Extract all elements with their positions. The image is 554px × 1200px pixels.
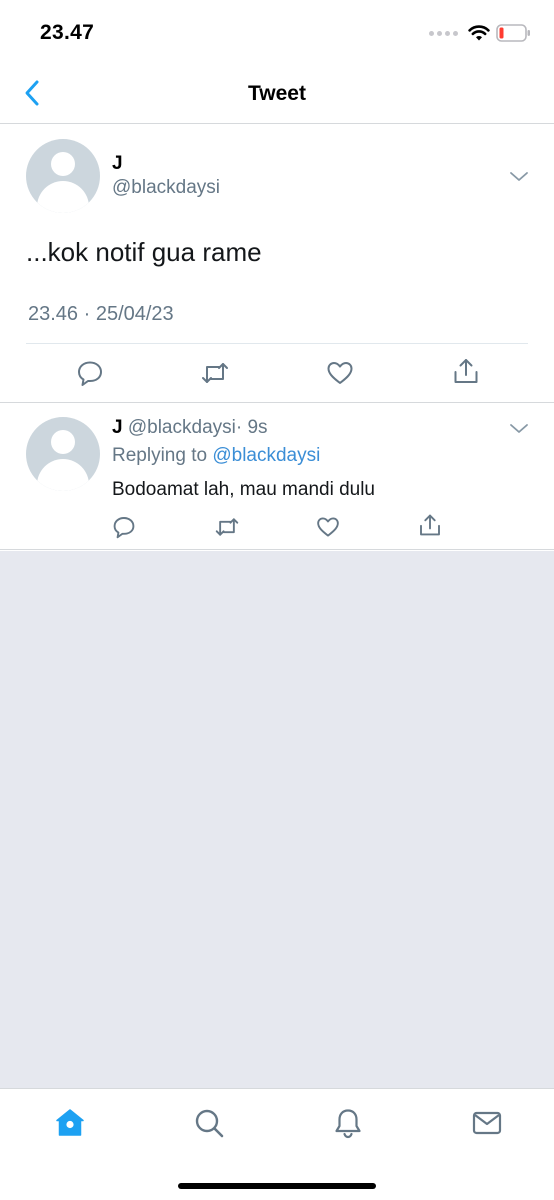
tweet-text: Bodoamat lah, mau mandi dulu <box>112 479 375 500</box>
divider <box>26 343 528 344</box>
chevron-down-icon[interactable] <box>509 423 529 435</box>
replying-to-label: Replying to <box>112 445 208 466</box>
wifi-icon <box>468 24 490 40</box>
share-icon[interactable] <box>452 357 480 385</box>
status-indicators <box>429 24 532 42</box>
reply-tweet[interactable]: J @blackdaysi· 9s Replying to @blackdays… <box>0 403 554 550</box>
messages-icon[interactable] <box>471 1107 503 1139</box>
page-title: Tweet <box>248 82 306 105</box>
notifications-icon[interactable] <box>332 1107 364 1139</box>
signal-dots-icon <box>429 30 458 36</box>
status-bar: 23.47 <box>0 0 554 64</box>
reply-icon[interactable] <box>112 515 136 539</box>
replying-to: Replying to @blackdaysi <box>112 445 320 467</box>
reply-time: · 9s <box>235 417 268 438</box>
replying-to-mention[interactable]: @blackdaysi <box>212 445 320 466</box>
like-icon[interactable] <box>316 515 340 539</box>
reply-icon[interactable] <box>76 359 104 387</box>
avatar[interactable] <box>26 417 100 491</box>
author-handle[interactable]: @blackdaysi <box>128 417 236 438</box>
avatar[interactable] <box>26 139 100 213</box>
tweet-text: ...kok notif gua rame <box>26 237 262 267</box>
navigation-bar: Tweet <box>0 64 554 124</box>
share-icon[interactable] <box>418 513 442 537</box>
home-indicator[interactable] <box>178 1183 376 1189</box>
tweet-timestamp: 23.46 · 25/04/23 <box>28 303 174 325</box>
retweet-icon[interactable] <box>200 359 230 387</box>
home-icon[interactable] <box>54 1107 86 1139</box>
empty-thread-area <box>0 551 554 1088</box>
author-handle[interactable]: @blackdaysi <box>112 177 220 199</box>
battery-low-icon <box>496 24 530 42</box>
chevron-down-icon[interactable] <box>509 171 529 183</box>
main-tweet: J @blackdaysi ...kok notif gua rame 23.4… <box>0 125 554 403</box>
status-time: 23.47 <box>40 21 95 44</box>
reply-header: J @blackdaysi· 9s <box>112 417 268 439</box>
like-icon[interactable] <box>326 359 354 387</box>
author-name[interactable]: J <box>112 417 123 438</box>
retweet-icon[interactable] <box>214 515 240 539</box>
author-name[interactable]: J <box>112 153 123 175</box>
search-icon[interactable] <box>193 1107 225 1139</box>
